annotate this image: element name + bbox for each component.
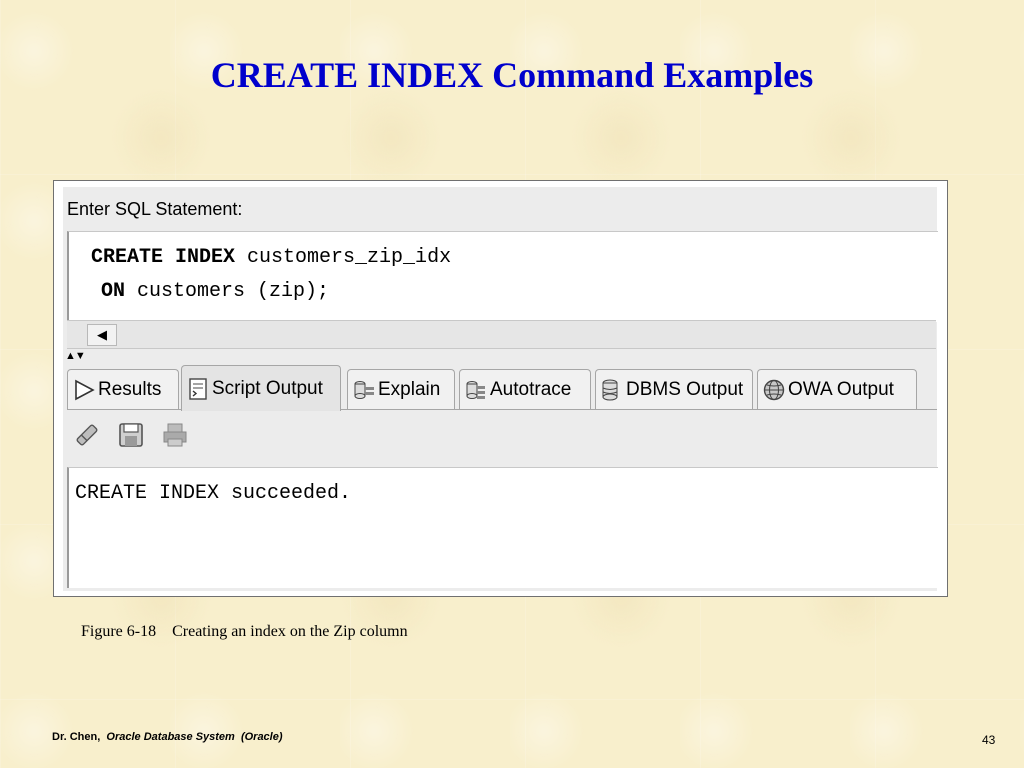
output-toolbar	[67, 413, 937, 457]
sql-editor[interactable]: CREATE INDEX customers_zip_idx ON custom…	[67, 231, 938, 322]
sql-line-2: ON customers (zip);	[101, 280, 329, 303]
eraser-icon[interactable]	[73, 421, 101, 449]
sql-line-1: CREATE INDEX customers_zip_idx	[91, 246, 451, 269]
tab-owa-output[interactable]: OWA Output	[757, 369, 917, 409]
print-icon[interactable]	[161, 421, 189, 449]
explain-icon	[354, 380, 374, 399]
tab-results[interactable]: Results	[67, 369, 179, 409]
sql-text: customers (zip);	[125, 280, 330, 303]
autotrace-icon	[466, 380, 485, 399]
globe-icon	[763, 379, 785, 400]
footer-author: Dr. Chen,	[52, 731, 101, 743]
slide-title: CREATE INDEX Command Examples	[210, 55, 814, 95]
tab-label: OWA Output	[788, 378, 894, 400]
tab-dbms-output[interactable]: DBMS Output	[595, 369, 753, 409]
footer-credit: Dr. Chen, Oracle Database System (Oracle…	[52, 731, 283, 743]
script-icon	[189, 377, 207, 400]
tab-label: Script Output	[212, 377, 323, 399]
sql-keyword: ON	[101, 280, 126, 303]
sql-text: customers_zip_idx	[235, 246, 452, 269]
enter-sql-label: Enter SQL Statement:	[67, 199, 243, 219]
tab-script-output[interactable]: Script Output	[181, 365, 341, 411]
tab-label: Results	[98, 378, 162, 400]
tab-label: Explain	[378, 378, 441, 400]
figure-caption: Figure 6-18 Creating an index on the Zip…	[81, 623, 408, 640]
page-number: 43	[982, 733, 996, 747]
tab-label: DBMS Output	[626, 378, 744, 400]
sql-keyword: CREATE INDEX	[91, 246, 236, 269]
script-output-pane[interactable]: CREATE INDEX succeeded.	[67, 467, 938, 588]
save-icon[interactable]	[117, 421, 145, 449]
play-icon	[75, 379, 95, 400]
sql-developer-panel: Enter SQL Statement: CREATE INDEX custom…	[53, 180, 948, 597]
database-icon	[602, 379, 618, 400]
scroll-left-arrow-icon[interactable]: ◀	[87, 324, 117, 346]
tab-explain[interactable]: Explain	[347, 369, 455, 409]
tab-label: Autotrace	[490, 378, 572, 400]
footer-course: Oracle Database System (Oracle)	[106, 731, 283, 743]
output-message: CREATE INDEX succeeded.	[75, 482, 352, 505]
horizontal-scrollbar[interactable]: ◀	[67, 320, 936, 349]
splitter-arrows-icon[interactable]: ▲▼	[65, 350, 86, 362]
tab-autotrace[interactable]: Autotrace	[459, 369, 591, 409]
worksheet: Enter SQL Statement: CREATE INDEX custom…	[63, 187, 938, 591]
output-tabs: Results Script Output Explain Autotrace …	[67, 365, 937, 411]
